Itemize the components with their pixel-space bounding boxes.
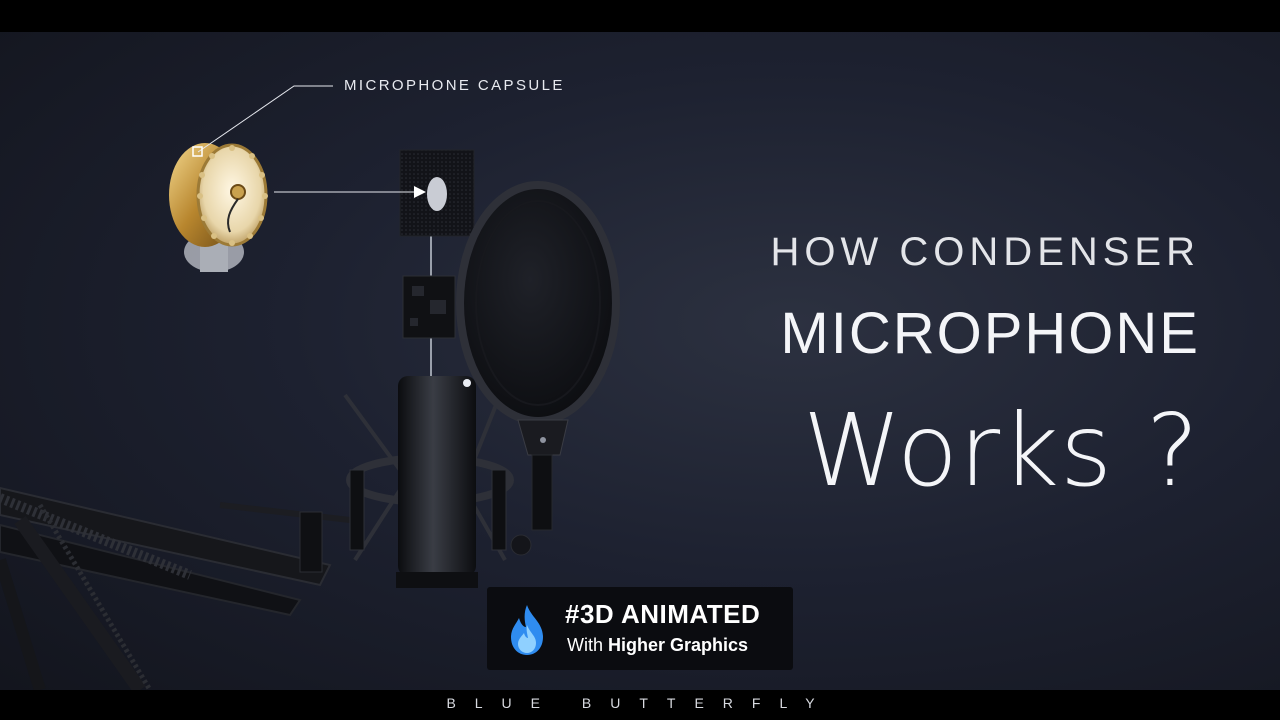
headline-line-2: MICROPHONE	[780, 301, 1200, 366]
channel-brand: BLUE BUTTERFLY	[446, 695, 834, 711]
headline-line-1: HOW CONDENSER	[770, 230, 1200, 274]
badge-subtitle: With Higher Graphics	[567, 635, 748, 656]
headbasket	[399, 149, 475, 237]
boom-arm	[0, 486, 351, 695]
video-frame: MICROPHONE CAPSULE HOW CONDENSER MICROPH…	[0, 0, 1280, 720]
capsule-callout-label: MICROPHONE CAPSULE	[344, 77, 565, 94]
headline-line-3: Works ?	[802, 392, 1200, 509]
badge-subtitle-bold: Higher Graphics	[608, 635, 749, 655]
microphone-capsule	[169, 143, 268, 272]
animated-badge: #3D ANIMATED With Higher Graphics	[487, 587, 793, 670]
badge-title: #3D ANIMATED	[565, 599, 761, 629]
circuit-board	[402, 275, 456, 339]
badge-subtitle-prefix: With	[567, 635, 603, 655]
flame-icon	[511, 605, 543, 655]
